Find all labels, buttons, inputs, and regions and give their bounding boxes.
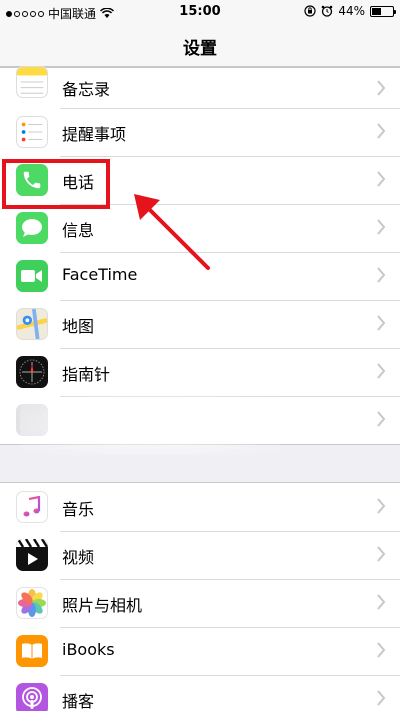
ibooks-icon <box>16 635 48 667</box>
chevron-right-icon <box>377 171 386 187</box>
settings-row-reminders[interactable]: 提醒事项 <box>0 108 400 156</box>
settings-row-label: 地图 <box>62 317 95 336</box>
settings-row-label: 视频 <box>62 548 95 567</box>
music-icon <box>16 491 48 523</box>
settings-row-label: 播客 <box>62 692 95 711</box>
orientation-lock-icon <box>304 5 316 17</box>
settings-row-label: 提醒事项 <box>62 125 127 144</box>
reminders-icon <box>16 116 48 148</box>
chevron-right-icon <box>377 219 386 235</box>
settings-row-label: 信息 <box>62 221 95 240</box>
settings-row-label: FaceTime <box>62 265 138 284</box>
settings-row-videos[interactable]: 视频 <box>0 531 400 579</box>
status-right: 44% <box>304 4 396 18</box>
messages-icon <box>16 212 48 244</box>
chevron-right-icon <box>377 690 386 706</box>
compass-icon <box>16 356 48 388</box>
notes-icon <box>16 66 48 98</box>
settings-row-podcasts[interactable]: 播客 <box>0 675 400 711</box>
battery-icon <box>370 5 396 17</box>
alarm-icon <box>322 5 333 17</box>
battery-percent: 44% <box>338 4 365 18</box>
annotation-arrow-icon <box>134 194 210 270</box>
settings-row-label: 音乐 <box>62 500 95 519</box>
facetime-icon <box>16 260 48 292</box>
navigation-bar: 设置 <box>0 24 400 67</box>
chevron-right-icon <box>377 363 386 379</box>
settings-row-label: 指南针 <box>62 365 111 384</box>
chevron-right-icon <box>377 594 386 610</box>
chevron-right-icon <box>377 546 386 562</box>
highlight-box <box>2 159 110 209</box>
settings-row-compass[interactable]: 指南针 <box>0 348 400 396</box>
photos-icon <box>16 587 48 619</box>
settings-row-label: iBooks <box>62 640 115 659</box>
status-bar: 中国联通 15:00 44% <box>0 0 400 24</box>
app-icon <box>16 404 48 436</box>
battery-level <box>372 7 381 15</box>
chevron-right-icon <box>377 642 386 658</box>
page-title: 设置 <box>183 39 217 59</box>
settings-row-ibooks[interactable]: iBooks <box>0 627 400 675</box>
settings-screen: 中国联通 15:00 44% 设置 备忘录 提醒事项 电话 信息 FaceTim… <box>0 0 400 711</box>
settings-row-music[interactable]: 音乐 <box>0 483 400 531</box>
chevron-right-icon <box>377 80 386 96</box>
settings-group-media: 音乐 视频 照片与相机 iBooks 播客 <box>0 482 400 711</box>
chevron-right-icon <box>377 411 386 427</box>
chevron-right-icon <box>377 315 386 331</box>
settings-row-label: 备忘录 <box>62 80 111 99</box>
settings-row-obscured[interactable] <box>0 396 400 444</box>
settings-row-maps[interactable]: 地图 <box>0 300 400 348</box>
podcasts-icon <box>16 683 48 711</box>
maps-icon <box>16 308 48 340</box>
chevron-right-icon <box>377 123 386 139</box>
settings-row-photos-camera[interactable]: 照片与相机 <box>0 579 400 627</box>
settings-row-notes[interactable]: 备忘录 <box>0 66 400 108</box>
settings-row-label: 照片与相机 <box>62 596 143 615</box>
videos-icon <box>16 539 48 571</box>
chevron-right-icon <box>377 498 386 514</box>
chevron-right-icon <box>377 267 386 283</box>
